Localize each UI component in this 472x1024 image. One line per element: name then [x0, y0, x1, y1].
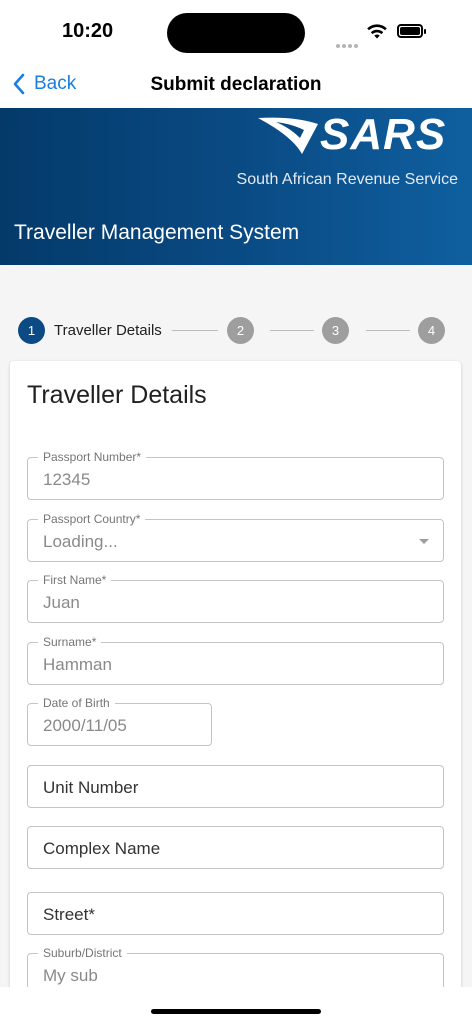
dropdown-arrow-icon[interactable] [419, 539, 429, 544]
banner-title: Traveller Management System [14, 221, 300, 244]
status-time: 10:20 [62, 20, 114, 42]
home-indicator-area [0, 987, 472, 1024]
street-placeholder: Street* [43, 905, 95, 924]
main-content[interactable]: 1 Traveller Details 2 3 4 Traveller Deta… [0, 265, 472, 987]
battery-icon [397, 24, 426, 38]
step-connector [172, 330, 218, 331]
step-connector [366, 330, 410, 331]
step-1-label: Traveller Details [54, 322, 162, 339]
step-1-circle[interactable]: 1 [18, 317, 45, 344]
traveller-details-card: Traveller Details Passport Number* 12345… [10, 361, 461, 987]
header-banner: SARS South African Revenue Service Trave… [0, 108, 472, 265]
passport-number-value: 12345 [43, 470, 91, 489]
banner-subtitle: South African Revenue Service [236, 171, 458, 188]
status-bar: 10:20 [0, 0, 472, 62]
unit-number-placeholder: Unit Number [43, 778, 139, 797]
date-of-birth-label: Date of Birth [38, 696, 115, 710]
passport-number-field[interactable]: Passport Number* 12345 [27, 450, 444, 500]
sars-logo-text: SARS [320, 110, 447, 159]
first-name-label: First Name* [38, 573, 112, 587]
suburb-district-field[interactable]: Suburb/District My sub [27, 946, 444, 987]
wifi-icon [367, 24, 387, 39]
card-title: Traveller Details [27, 381, 207, 409]
home-indicator[interactable] [151, 1009, 321, 1014]
surname-field[interactable]: Surname* Hamman [27, 635, 444, 685]
signal-icon [336, 35, 360, 53]
unit-number-field[interactable]: Unit Number [27, 765, 444, 808]
step-4-circle[interactable]: 4 [418, 317, 445, 344]
complex-name-field[interactable]: Complex Name [27, 826, 444, 869]
street-field[interactable]: Street* [27, 892, 444, 935]
navigation-bar: Back Submit declaration [0, 62, 472, 108]
dynamic-island [167, 13, 305, 53]
step-3-circle[interactable]: 3 [322, 317, 349, 344]
passport-number-label: Passport Number* [38, 450, 147, 464]
passport-country-value: Loading... [43, 532, 118, 551]
surname-label: Surname* [38, 635, 102, 649]
stepper: 1 Traveller Details 2 3 4 [18, 317, 448, 345]
complex-name-placeholder: Complex Name [43, 839, 161, 858]
step-connector [270, 330, 314, 331]
step-2-circle[interactable]: 2 [227, 317, 254, 344]
surname-value: Hamman [43, 655, 112, 674]
passport-country-select[interactable]: Passport Country* Loading... [27, 512, 444, 562]
suburb-district-value: My sub [43, 966, 98, 985]
page-title: Submit declaration [150, 74, 322, 95]
date-of-birth-value: 2000/11/05 [43, 716, 127, 735]
first-name-field[interactable]: First Name* Juan [27, 573, 444, 623]
first-name-value: Juan [43, 593, 80, 612]
date-of-birth-field[interactable]: Date of Birth 2000/11/05 [27, 696, 212, 746]
passport-country-label: Passport Country* [38, 512, 146, 526]
suburb-district-label: Suburb/District [38, 946, 127, 960]
